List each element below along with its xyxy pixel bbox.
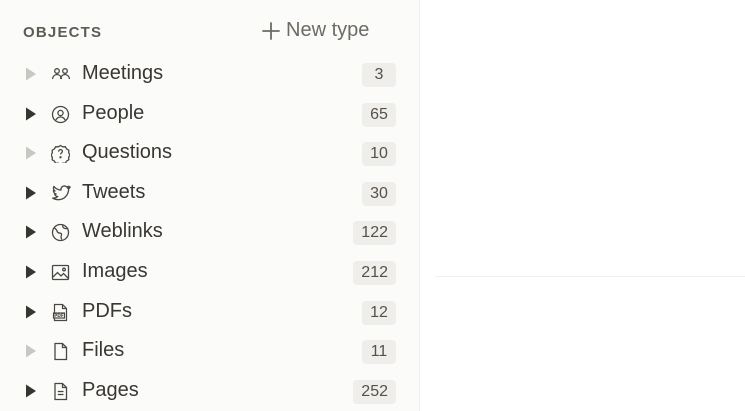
caret-right-icon[interactable] bbox=[25, 224, 37, 240]
sidebar-item-label: Weblinks bbox=[82, 220, 163, 243]
question-icon bbox=[51, 144, 70, 164]
count-badge: 122 bbox=[353, 221, 396, 246]
twitter-icon bbox=[51, 184, 71, 203]
new-type-button[interactable]: New type bbox=[262, 19, 369, 42]
svg-text:PDF: PDF bbox=[54, 313, 64, 319]
file-icon bbox=[51, 342, 70, 361]
count-badge: 212 bbox=[353, 260, 396, 285]
count-badge: 12 bbox=[362, 300, 396, 325]
person-icon bbox=[51, 105, 70, 124]
new-type-label: New type bbox=[286, 19, 370, 41]
sidebar-item-label: Pages bbox=[82, 378, 139, 401]
sidebar-item-meetings[interactable]: Meetings 3 bbox=[0, 54, 419, 94]
sidebar-item-tweets[interactable]: Tweets 30 bbox=[0, 173, 419, 213]
caret-right-icon[interactable] bbox=[25, 264, 37, 280]
sidebar-item-files[interactable]: Files 11 bbox=[0, 331, 419, 371]
sidebar-item-label: Questions bbox=[82, 141, 173, 164]
main-panel bbox=[420, 0, 745, 411]
plus-icon bbox=[262, 21, 280, 40]
meetings-icon bbox=[51, 65, 71, 84]
sidebar-item-label: Images bbox=[82, 259, 148, 282]
sidebar: OBJECTS New type Meetings 3 People 65 Questi… bbox=[0, 0, 420, 411]
sidebar-item-questions[interactable]: Questions 10 bbox=[0, 133, 419, 173]
globe-icon bbox=[51, 223, 70, 242]
count-badge: 65 bbox=[362, 102, 396, 127]
caret-right-icon[interactable] bbox=[25, 66, 37, 82]
caret-right-icon[interactable] bbox=[25, 343, 37, 359]
object-type-list: Meetings 3 People 65 Questions 10 Tweets 30 Webl… bbox=[0, 54, 419, 410]
divider bbox=[435, 276, 745, 277]
section-title: OBJECTS bbox=[23, 24, 103, 41]
sidebar-item-label: Meetings bbox=[82, 62, 164, 84]
pdf-icon: PDF bbox=[51, 303, 70, 322]
count-badge: 11 bbox=[362, 340, 396, 365]
sidebar-item-label: Tweets bbox=[82, 180, 146, 203]
sidebar-item-label: People bbox=[82, 101, 145, 124]
count-badge: 30 bbox=[362, 181, 396, 206]
page-icon bbox=[51, 382, 70, 401]
count-badge: 252 bbox=[353, 379, 396, 404]
sidebar-item-people[interactable]: People 65 bbox=[0, 94, 419, 134]
sidebar-item-weblinks[interactable]: Weblinks 122 bbox=[0, 212, 419, 252]
caret-right-icon[interactable] bbox=[25, 106, 37, 122]
caret-right-icon[interactable] bbox=[25, 304, 37, 320]
sidebar-item-pdfs[interactable]: PDF PDFs 12 bbox=[0, 292, 419, 332]
sidebar-item-label: Files bbox=[82, 339, 125, 362]
count-badge: 3 bbox=[362, 63, 396, 87]
caret-right-icon[interactable] bbox=[25, 185, 37, 201]
sidebar-item-pages[interactable]: Pages 252 bbox=[0, 371, 419, 411]
caret-right-icon[interactable] bbox=[25, 145, 37, 161]
sidebar-item-images[interactable]: Images 212 bbox=[0, 252, 419, 292]
caret-right-icon[interactable] bbox=[25, 383, 37, 399]
sidebar-item-label: PDFs bbox=[82, 299, 132, 322]
count-badge: 10 bbox=[362, 142, 396, 167]
image-icon bbox=[51, 263, 70, 282]
